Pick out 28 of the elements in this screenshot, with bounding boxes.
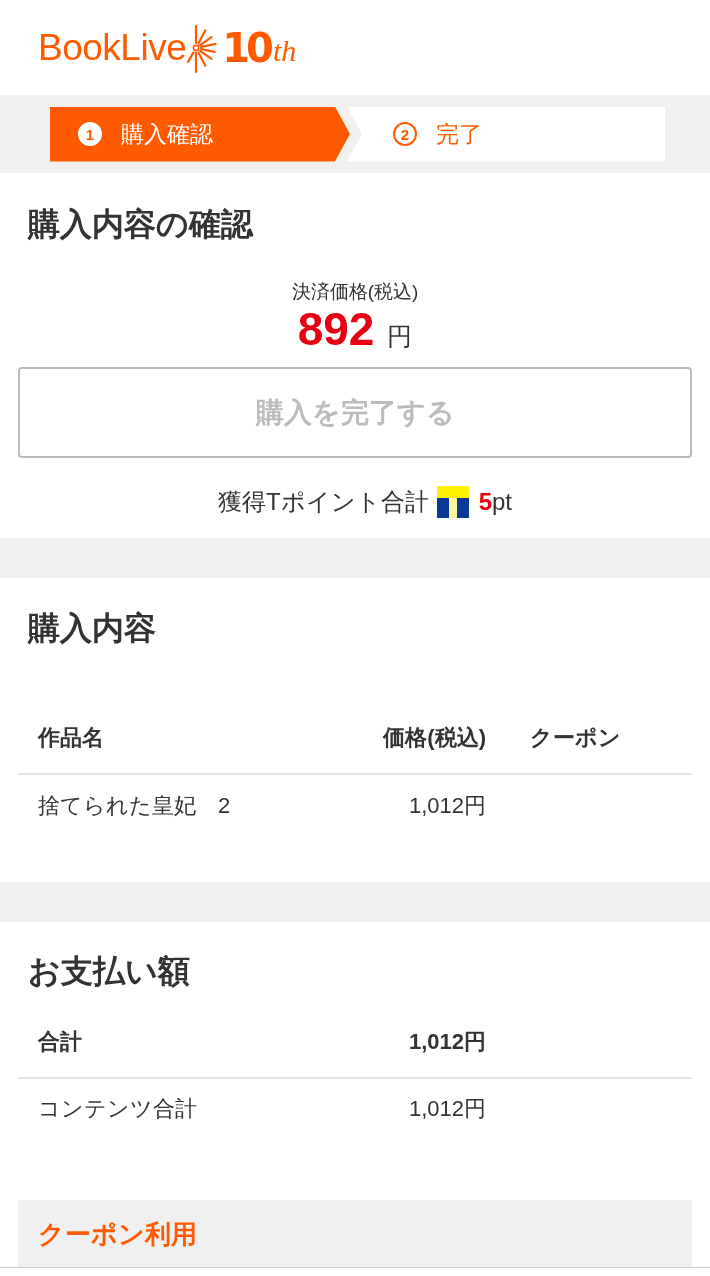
section-title: 購入内容の確認 xyxy=(28,205,255,244)
title-cell: 捨てられた皇妃 2 xyxy=(38,793,231,818)
step-label: 完了 xyxy=(436,120,482,149)
points-unit: pt xyxy=(492,487,512,517)
payment-label: コンテンツ合計 xyxy=(38,1096,197,1121)
step-number: 1 xyxy=(78,122,102,146)
sunburst-icon xyxy=(187,23,220,74)
payment-amount: 1,012円 xyxy=(408,1096,486,1121)
step-number: 2 xyxy=(393,122,417,146)
column-header: クーポン xyxy=(530,725,621,750)
column-header: 作品名 xyxy=(38,725,104,750)
currency-label: 円 xyxy=(387,321,413,351)
points-value: 5 xyxy=(478,487,492,517)
price-label: 決済価格(税込) xyxy=(291,281,419,303)
anniversary-number: 10 xyxy=(222,25,270,70)
anniversary-suffix: th xyxy=(272,32,297,69)
payment-amount: 1,012円 xyxy=(408,1029,486,1054)
logo-wordmark: BookLive xyxy=(38,25,187,70)
points-label: 獲得Tポイント合計 xyxy=(217,487,429,517)
column-header: 価格(税込) xyxy=(383,725,486,750)
section-title: 購入内容 xyxy=(28,609,157,648)
price-amount: 892 xyxy=(297,303,375,355)
step-label: 購入確認 xyxy=(121,120,213,149)
t-mark-icon xyxy=(436,486,469,518)
payment-label: 合計 xyxy=(38,1029,82,1054)
coupon-title: クーポン利用 xyxy=(38,1217,197,1250)
price-cell: 1,012円 xyxy=(408,793,486,818)
section-title: お支払い額 xyxy=(28,952,191,991)
